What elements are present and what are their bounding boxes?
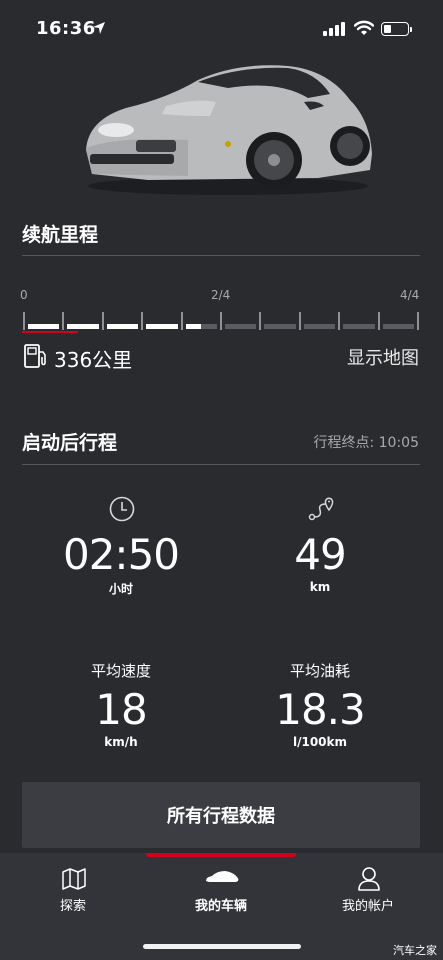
gauge-tick	[417, 312, 419, 330]
route-icon	[308, 497, 334, 521]
trip-distance-value: 49	[294, 530, 346, 579]
gauge-segment	[343, 324, 375, 329]
gauge-tick	[180, 312, 183, 330]
map-icon	[62, 868, 86, 890]
gauge-segment-filled	[185, 324, 202, 329]
gauge-segment-filled	[146, 324, 178, 329]
cellular-signal-icon	[323, 22, 345, 36]
trip-divider	[22, 464, 420, 465]
range-title: 续航里程	[22, 224, 99, 246]
gauge-segment	[264, 324, 296, 329]
nav-label-explore: 探索	[59, 899, 86, 914]
wifi-icon	[354, 20, 374, 35]
nav-tab-my-account[interactable]: 我的帐户	[313, 853, 423, 933]
trip-end-time: 行程终点: 10:05	[313, 435, 419, 451]
nav-label-my-vehicle: 我的车辆	[194, 899, 247, 914]
avg-speed-value: 18	[95, 685, 147, 734]
status-time: 16:36	[36, 18, 96, 39]
user-icon	[358, 867, 380, 891]
gauge-tick	[338, 312, 341, 330]
car-icon	[206, 871, 239, 882]
gauge-tick	[377, 312, 380, 330]
location-arrow-icon	[93, 22, 105, 34]
show-map-link[interactable]: 显示地图	[347, 344, 419, 370]
gauge-segment-filled	[106, 324, 139, 329]
avg-speed-unit: km/h	[104, 735, 138, 749]
gauge-tick	[298, 312, 301, 330]
battery-icon	[381, 22, 412, 36]
gauge-tick	[62, 312, 65, 330]
all-trips-button[interactable]: 所有行程数据	[22, 782, 420, 848]
car-image	[86, 65, 372, 195]
home-indicator	[143, 944, 301, 949]
gauge-label-half: 2/4	[211, 288, 231, 302]
gauge-tick	[101, 312, 104, 330]
gauge-segment	[225, 324, 257, 329]
avg-fuel-value: 18.3	[275, 685, 366, 734]
gauge-segment	[382, 324, 414, 329]
gauge-reserve-marker	[22, 331, 78, 333]
gauge-tick	[259, 312, 262, 330]
gauge-tick	[141, 312, 144, 330]
fuel-pump-icon	[24, 344, 46, 368]
gauge-segment	[303, 324, 336, 329]
gauge-segment-filled	[28, 324, 60, 329]
gauge-label-full: 4/4	[400, 288, 420, 302]
nav-label-my-account: 我的帐户	[341, 899, 394, 914]
trip-distance-unit: km	[309, 580, 331, 594]
gauge-segment-filled	[67, 324, 99, 329]
gauge-tick	[220, 312, 222, 330]
nav-tab-explore[interactable]: 探索	[18, 853, 128, 933]
avg-speed-label: 平均速度	[90, 662, 151, 680]
avg-fuel-label: 平均油耗	[289, 662, 350, 680]
avg-fuel-unit: l/100km	[292, 735, 348, 749]
clock-icon	[109, 496, 135, 522]
gauge-tick	[23, 312, 25, 330]
gauge-label-empty: 0	[20, 288, 28, 302]
range-divider	[22, 255, 420, 256]
trip-duration-value: 02:50	[62, 530, 180, 579]
trip-duration-unit: 小时	[108, 582, 133, 596]
trip-title: 启动后行程	[22, 432, 118, 454]
range-value: 336公里	[54, 348, 133, 372]
watermark: 汽车之家	[393, 944, 437, 957]
nav-tab-my-vehicle[interactable]: 我的车辆	[166, 853, 276, 933]
